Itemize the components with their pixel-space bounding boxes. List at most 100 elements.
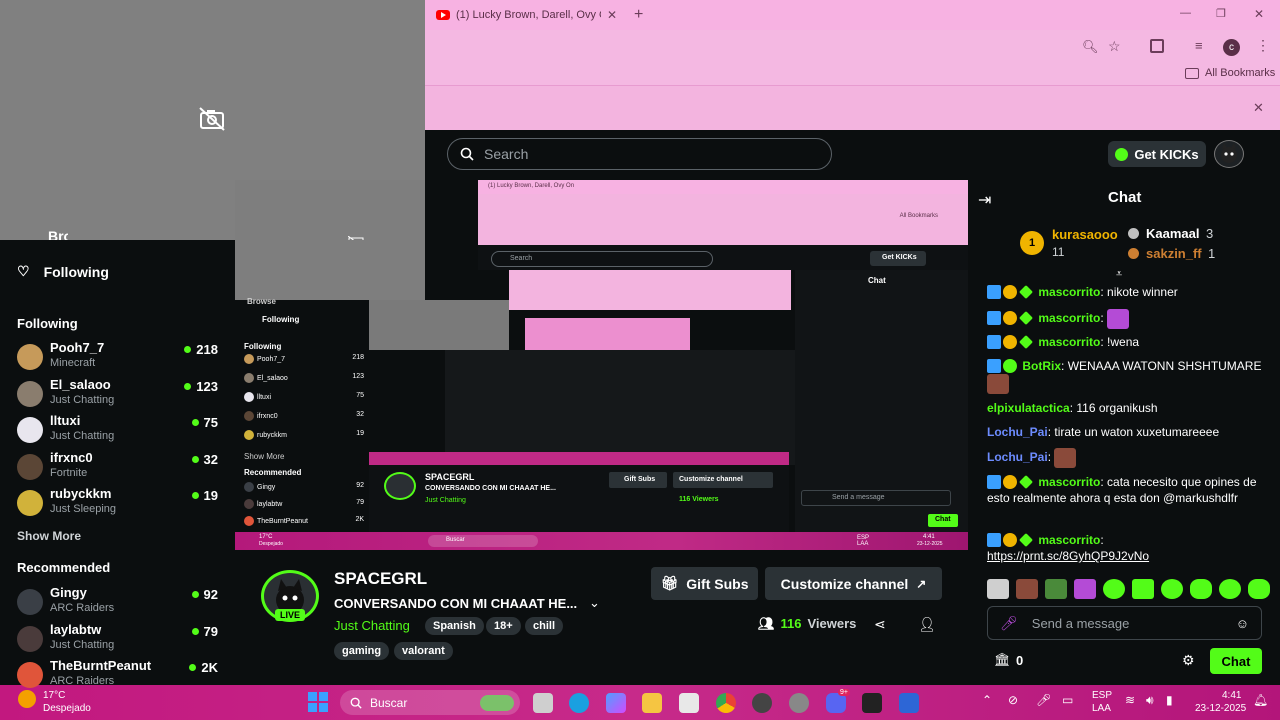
nested-kick-header: Search Get KICKs: [478, 245, 968, 270]
wifi-icon[interactable]: ≋: [1125, 693, 1135, 707]
get-kicks-button[interactable]: Get KICKs: [1108, 141, 1206, 167]
send-chat-button[interactable]: Chat: [1210, 648, 1262, 674]
emote-icon[interactable]: [1132, 579, 1154, 599]
chat-username[interactable]: mascorrito: [1038, 475, 1100, 489]
bookmark-star-icon[interactable]: ☆: [1108, 38, 1121, 55]
streamer-name[interactable]: SPACEGRL: [334, 569, 427, 589]
minimize-button[interactable]: —: [1180, 7, 1191, 19]
chat-username[interactable]: mascorrito: [1038, 285, 1100, 299]
tray-app-icon[interactable]: ⊘: [1008, 693, 1018, 707]
tag-18plus[interactable]: 18+: [486, 617, 521, 635]
battery-icon[interactable]: ▮: [1166, 693, 1173, 707]
close-window-button[interactable]: ✕: [1254, 7, 1264, 21]
sidebar-item-laylabtw[interactable]: laylabtw Just Chatting 79: [0, 622, 235, 658]
leader-3-name[interactable]: sakzin_ff: [1146, 246, 1202, 261]
emote-icon[interactable]: [1219, 579, 1241, 599]
emoji-icon[interactable]: ☺: [1236, 616, 1249, 631]
sidebar-item-browse[interactable]: Browse: [17, 230, 68, 240]
sidebar-item-following[interactable]: ♡ Following: [17, 263, 109, 280]
chat-username[interactable]: mascorrito: [1038, 533, 1100, 547]
chat-username[interactable]: mascorrito: [1038, 311, 1100, 325]
chat-text: nikote winner: [1107, 285, 1178, 299]
sidebar-item-rubyckkm[interactable]: rubyckkm Just Sleeping 19: [0, 486, 235, 522]
chat-username[interactable]: mascorrito: [1038, 335, 1100, 349]
windows-start-icon[interactable]: [308, 692, 328, 712]
edge-icon[interactable]: [569, 693, 589, 713]
extensions-icon[interactable]: [1150, 39, 1164, 53]
sidebar-item-ifrxnc0[interactable]: ifrxnc0 Fortnite 32: [0, 450, 235, 486]
customize-channel-button[interactable]: Customize channel ↗: [765, 567, 942, 600]
media-controls-icon[interactable]: ≡: [1195, 38, 1203, 53]
profile-avatar[interactable]: c: [1223, 39, 1240, 56]
task-view-icon[interactable]: [533, 693, 553, 713]
zoom-icon[interactable]: 🔍︎: [1082, 39, 1099, 55]
emote-icon[interactable]: [1016, 579, 1038, 599]
points-icon[interactable]: 🏛︎: [994, 652, 1011, 668]
emote-icon[interactable]: [1103, 579, 1125, 599]
nested-weather-desc: Despejado: [259, 541, 283, 547]
sidebar-item-gingy[interactable]: Gingy ARC Raiders 92: [0, 585, 235, 621]
nested-camera-2: [369, 300, 509, 350]
nested-list-item: Gingy 92: [244, 482, 364, 492]
tray-chevron-icon[interactable]: ⌃: [982, 693, 992, 707]
expand-leaderboard-icon[interactable]: ⩡: [1116, 268, 1122, 281]
file-explorer-icon[interactable]: [642, 693, 662, 713]
discord-icon[interactable]: [826, 693, 846, 713]
tray-app2-icon[interactable]: ▭: [1062, 693, 1073, 707]
emote-icon[interactable]: [987, 579, 1009, 599]
chat-link[interactable]: https://prnt.sc/8GyhQP9J2vNo: [987, 549, 1149, 563]
stream-category[interactable]: Just Chatting: [334, 618, 410, 633]
chat-settings-icon[interactable]: ⚙︎: [1182, 652, 1195, 669]
chat-username[interactable]: BotRix: [1022, 359, 1061, 373]
epic-games-icon[interactable]: [862, 693, 882, 713]
banner-close-button[interactable]: ✕: [1253, 100, 1264, 116]
taskbar-search[interactable]: Buscar: [340, 690, 520, 715]
emote-icon[interactable]: [1248, 579, 1270, 599]
show-more-button[interactable]: Show More: [17, 529, 81, 543]
emote-icon[interactable]: [1045, 579, 1067, 599]
leader-1-name[interactable]: kurasaooo: [1052, 227, 1118, 242]
emote-icon: [1054, 448, 1077, 468]
chat-username[interactable]: Lochu_Pai: [987, 450, 1048, 464]
sidebar-item-el_salaoo[interactable]: El_salaoo Just Chatting 123: [0, 377, 235, 413]
copilot-icon[interactable]: [606, 693, 626, 713]
chrome-icon[interactable]: [716, 693, 736, 713]
tag-spanish[interactable]: Spanish: [425, 617, 484, 635]
menu-icon[interactable]: ⋮: [1256, 37, 1270, 54]
share-icon[interactable]: ⋖: [874, 616, 886, 633]
microphone-icon[interactable]: 🎤︎: [1000, 615, 1018, 632]
emote-icon[interactable]: [1190, 579, 1212, 599]
chat-username[interactable]: elpixulatactica: [987, 401, 1070, 415]
clock-time[interactable]: 4:41: [1222, 690, 1241, 701]
leader-2-name[interactable]: Kaamaal: [1146, 226, 1199, 241]
lang-indicator[interactable]: ESP: [1092, 690, 1112, 701]
sidebar-item-pooh7_7[interactable]: Pooh7_7 Minecraft 218: [0, 340, 235, 376]
chat-message-input[interactable]: 🎤︎ Send a message ☺: [987, 606, 1262, 640]
emote-icon[interactable]: [1074, 579, 1096, 599]
tag-chill[interactable]: chill: [525, 617, 564, 635]
collapse-chat-icon[interactable]: ⇥: [978, 190, 991, 210]
tab-close-icon[interactable]: ✕: [607, 8, 617, 22]
notification-icon[interactable]: 🔔︎: [1253, 693, 1268, 707]
follow-icon[interactable]: 👤︎: [918, 616, 936, 633]
tag-valorant[interactable]: valorant: [394, 642, 453, 660]
volume-icon[interactable]: 🔊︎: [1146, 693, 1154, 708]
new-tab-button[interactable]: +: [634, 6, 643, 24]
all-bookmarks-link[interactable]: All Bookmarks: [1205, 67, 1275, 79]
chat-username[interactable]: Lochu_Pai: [987, 425, 1048, 439]
tag-gaming[interactable]: gaming: [334, 642, 390, 660]
emote-icon[interactable]: [1161, 579, 1183, 599]
app-icon[interactable]: [752, 693, 772, 713]
search-input[interactable]: Search: [447, 138, 832, 170]
app-blue-icon[interactable]: [899, 693, 919, 713]
store-icon[interactable]: [679, 693, 699, 713]
browser-tab[interactable]: (1) Lucky Brown, Darell, Ovy On ✕: [430, 3, 625, 27]
user-avatar[interactable]: [1214, 140, 1244, 168]
maximize-button[interactable]: ❐: [1216, 7, 1226, 20]
chevron-down-icon[interactable]: ⌄: [589, 595, 600, 611]
tray-mic-icon[interactable]: 🎤︎: [1036, 693, 1051, 707]
gift-subs-button[interactable]: 🎁︎ Gift Subs: [651, 567, 758, 600]
settings-icon[interactable]: [789, 693, 809, 713]
sidebar-item-lltuxi[interactable]: lltuxi Just Chatting 75: [0, 413, 235, 449]
sidebar-item-theburntpeanut[interactable]: TheBurntPeanut ARC Raiders 2K: [0, 658, 235, 694]
